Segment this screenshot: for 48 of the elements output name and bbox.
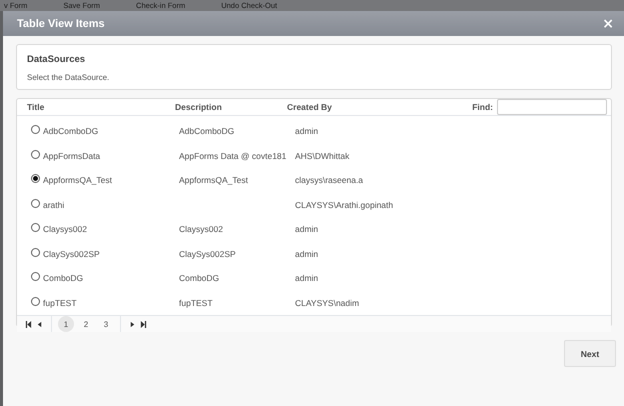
table-cell: CLAYSYS\nadim [295, 298, 360, 308]
radio-button[interactable] [31, 198, 40, 208]
section-title: DataSources [27, 54, 86, 65]
radio-button[interactable] [31, 174, 40, 184]
table-cell: ComboDG [179, 273, 220, 284]
column-header: Description [175, 102, 223, 112]
radio-button[interactable] [31, 223, 40, 232]
table-cell: admin [295, 224, 318, 234]
radio-button[interactable] [31, 248, 40, 257]
next-page-icon[interactable] [129, 320, 136, 328]
table-cell: claysys\raseena.a [295, 175, 364, 186]
close-button[interactable]: × [602, 16, 614, 30]
column-header: Title [27, 102, 46, 112]
page-button[interactable]: 1 [58, 316, 74, 332]
table-cell: AppForms Data @ covte181 [179, 150, 286, 161]
table-cell: AHS\DWhittak [295, 150, 350, 161]
window-title: Table View Items [17, 18, 105, 30]
page-button[interactable]: 3 [98, 316, 114, 332]
table-cell: AppformsQA_Test [179, 175, 248, 186]
table-cell: ClaySys002SP [179, 248, 236, 259]
table-cell: ComboDG [43, 273, 84, 284]
section-hint: Select the DataSource. [27, 73, 110, 82]
radio-button[interactable] [31, 296, 40, 306]
table-cell: admin [295, 126, 318, 136]
table-cell: ClaySys002SP [43, 248, 100, 259]
table-cell: Claysys002 [179, 224, 223, 234]
table-cell: CLAYSYS\Arathi.gopinath [295, 200, 394, 210]
table-cell: AppformsQA_Test [43, 175, 112, 186]
table-cell: AppFormsData [43, 150, 100, 161]
last-page-icon[interactable] [140, 320, 147, 328]
radio-button[interactable] [31, 125, 40, 134]
radio-button[interactable] [31, 150, 40, 159]
table-cell: AdbComboDG [179, 126, 234, 136]
table-cell: AdbComboDG [43, 126, 98, 136]
table-cell: admin [295, 248, 318, 259]
table-cell: Claysys002 [43, 224, 87, 234]
table-cell: fupTEST [43, 298, 77, 308]
first-page-icon[interactable] [25, 320, 32, 328]
find-field[interactable] [497, 99, 607, 115]
find-label: Find: [472, 102, 493, 112]
previous-page-icon[interactable] [36, 320, 43, 328]
column-header: Created By [287, 102, 333, 112]
radio-button[interactable] [31, 272, 40, 282]
table-cell: admin [295, 273, 318, 284]
table-cell: arathi [43, 200, 64, 210]
next-button[interactable]: Next [564, 340, 616, 367]
page-button[interactable]: 2 [78, 316, 94, 332]
table-cell: fupTEST [179, 298, 213, 308]
